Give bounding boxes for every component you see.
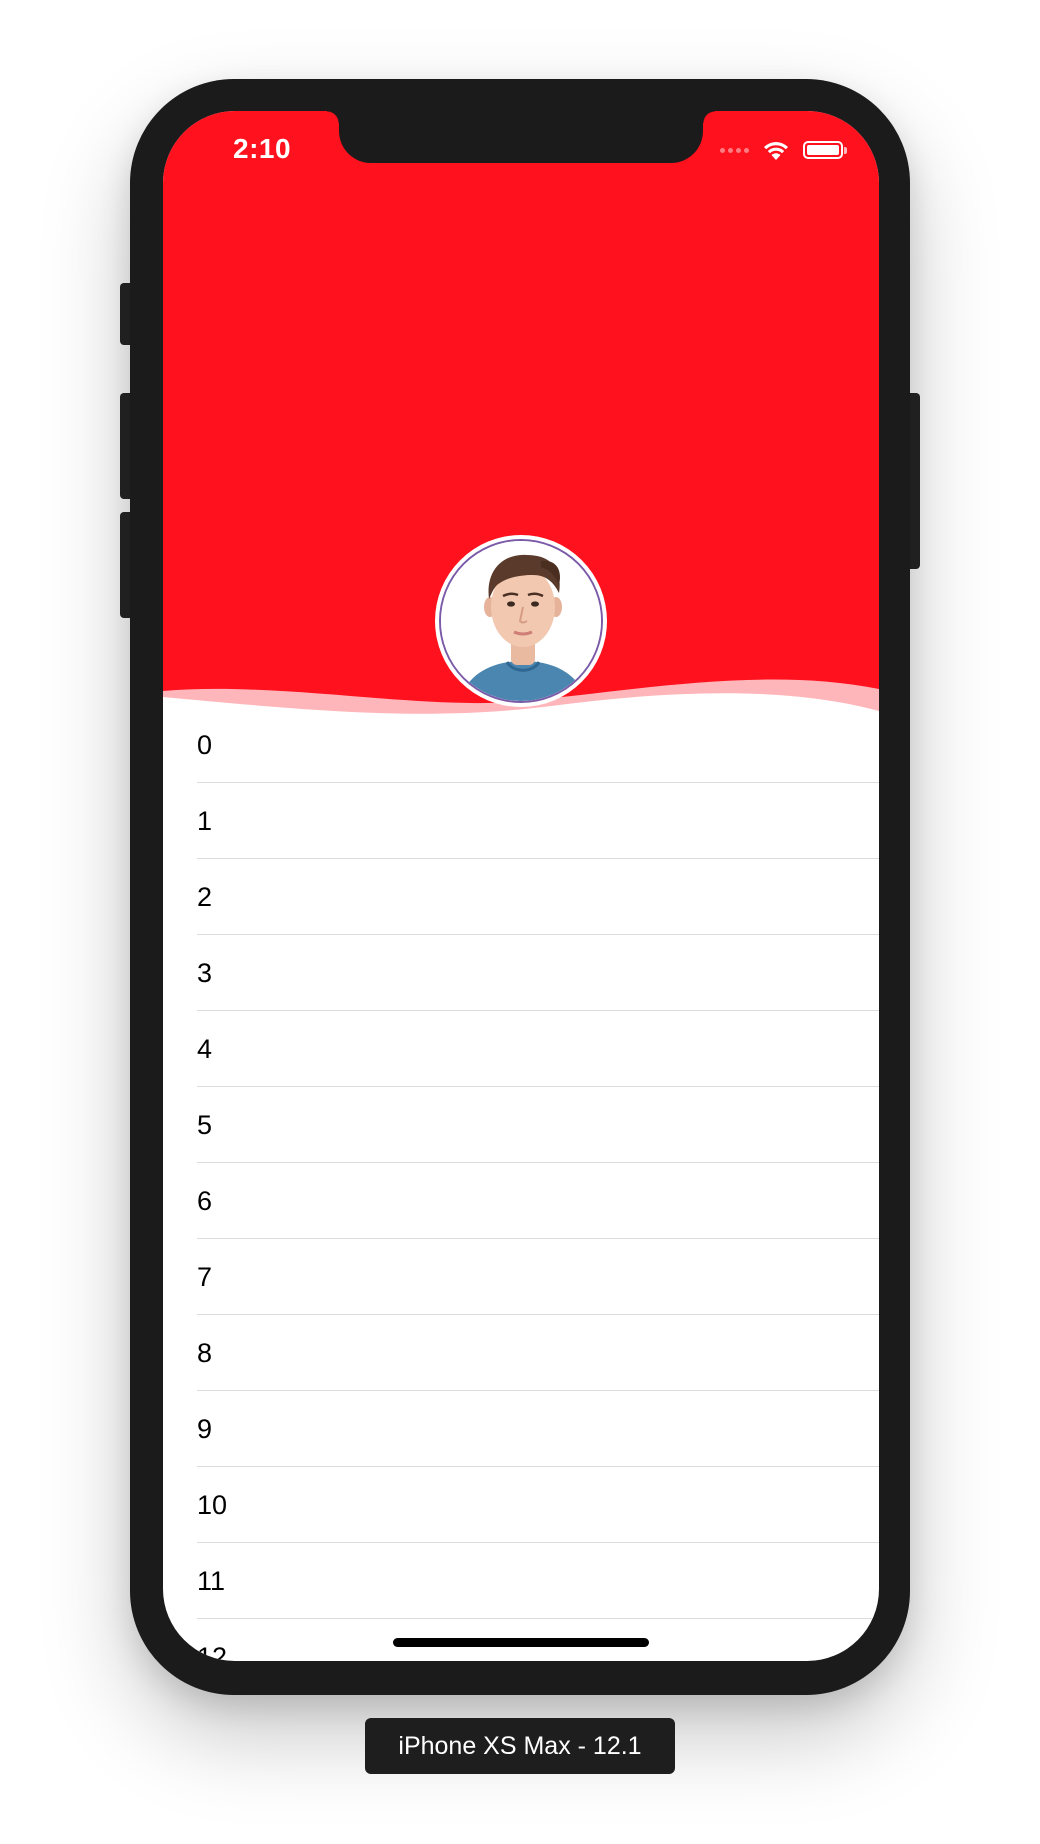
table-row[interactable]: 6: [163, 1163, 879, 1239]
row-label: 8: [197, 1337, 213, 1368]
device-label: iPhone XS Max - 12.1: [365, 1718, 675, 1774]
row-label: 6: [197, 1185, 213, 1216]
avatar-image: [439, 539, 603, 703]
row-label: 11: [197, 1565, 226, 1596]
signal-dots-icon: [720, 147, 749, 153]
device-screen: 2:10 0 1 2 3 4 5 6 7 8 9 10 11 12: [163, 111, 879, 1661]
battery-icon: [803, 141, 847, 159]
row-label: 1: [197, 805, 213, 836]
row-label: 4: [197, 1033, 213, 1064]
row-label: 12: [197, 1641, 228, 1662]
device-notch: [327, 111, 715, 163]
row-label: 5: [197, 1109, 213, 1140]
table-row[interactable]: 5: [163, 1087, 879, 1163]
row-label: 3: [197, 957, 213, 988]
simulator-stage: 2:10 0 1 2 3 4 5 6 7 8 9 10 11 12 iPhone…: [0, 0, 1040, 1844]
table-row[interactable]: 8: [163, 1315, 879, 1391]
home-indicator[interactable]: [393, 1638, 649, 1647]
status-icons: [720, 135, 847, 165]
table-row[interactable]: 2: [163, 859, 879, 935]
table-row[interactable]: 0: [163, 707, 879, 783]
table-row[interactable]: 3: [163, 935, 879, 1011]
wifi-icon: [764, 142, 788, 160]
row-label: 2: [197, 881, 213, 912]
profile-avatar[interactable]: [435, 535, 607, 707]
table-row[interactable]: 11: [163, 1543, 879, 1619]
table-view[interactable]: 0 1 2 3 4 5 6 7 8 9 10 11 12: [163, 707, 879, 1661]
row-label: 7: [197, 1261, 213, 1292]
table-row[interactable]: 10: [163, 1467, 879, 1543]
status-time: 2:10: [233, 133, 292, 164]
row-label: 10: [197, 1489, 228, 1520]
person-portrait-icon: [441, 541, 601, 701]
table-row[interactable]: 1: [163, 783, 879, 859]
row-label: 0: [197, 729, 213, 760]
table-row[interactable]: 4: [163, 1011, 879, 1087]
table-row[interactable]: 7: [163, 1239, 879, 1315]
row-label: 9: [197, 1413, 213, 1444]
table-row[interactable]: 9: [163, 1391, 879, 1467]
